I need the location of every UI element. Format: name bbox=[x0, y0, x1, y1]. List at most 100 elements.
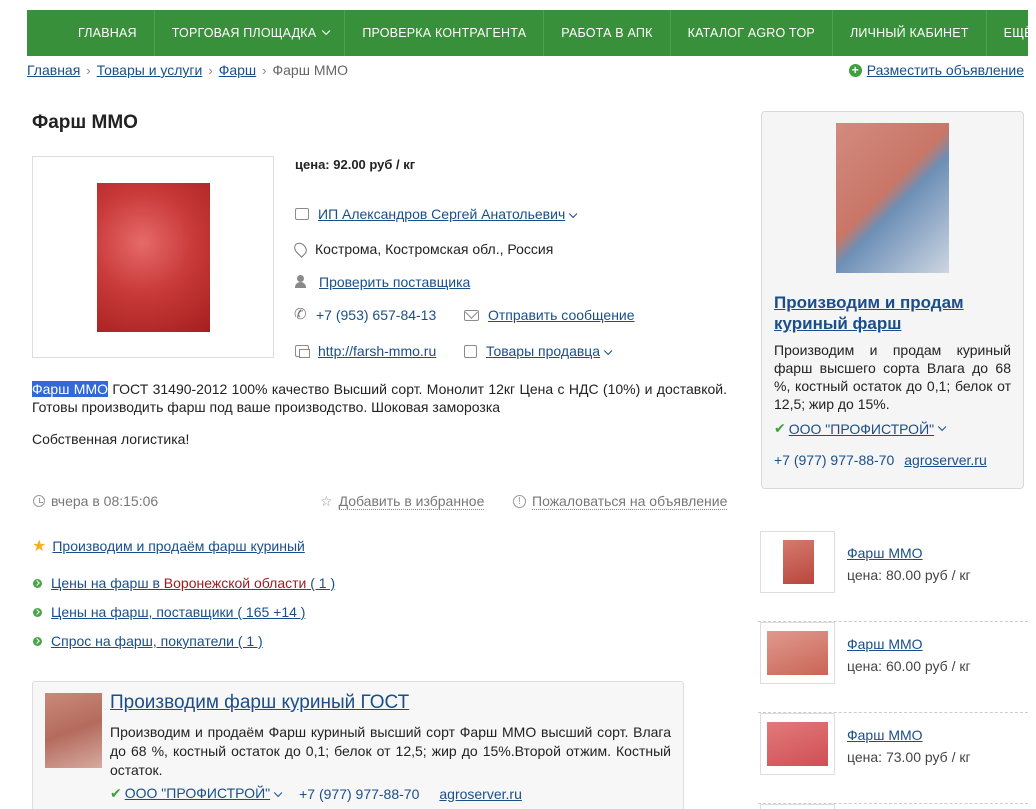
promo-card-footer: ✔ ООО "ПРОФИСТРОЙ" +7 (977) 977-88-70 agr… bbox=[110, 785, 522, 802]
nav-item-counterparty-check[interactable]: ПРОВЕРКА КОНТРАГЕНТА bbox=[345, 10, 545, 56]
price: цена: 92.00 руб / кг bbox=[295, 157, 416, 172]
similar-listing-title[interactable]: Фарш ММО bbox=[847, 636, 923, 652]
nav-item-home[interactable]: ГЛАВНАЯ bbox=[27, 10, 155, 56]
website-icon bbox=[295, 345, 310, 358]
similar-listing-image[interactable] bbox=[760, 713, 835, 775]
description: Фарш ММО ГОСТ 31490-2012 100% качество В… bbox=[32, 380, 727, 416]
similar-listing: Фарш ММО цена: 73.00 руб / кг bbox=[758, 713, 1028, 804]
chevron-down-icon bbox=[569, 209, 578, 219]
seller-goods-link[interactable]: Товары продавца bbox=[486, 343, 613, 359]
similar-listing-image[interactable] bbox=[760, 804, 835, 809]
breadcrumb-home[interactable]: Главная bbox=[27, 62, 80, 78]
logistics-note: Собственная логистика! bbox=[32, 431, 190, 447]
post-ad-link[interactable]: + Разместить объявление bbox=[848, 62, 1024, 78]
related-link[interactable]: Спрос на фарш, покупатели ( 1 ) bbox=[33, 633, 263, 649]
breadcrumb-category[interactable]: Фарш bbox=[219, 62, 256, 78]
promo-card-seller-name: ООО "ПРОФИСТРОЙ" bbox=[124, 785, 271, 801]
website-row: http://farsh-mmo.ru bbox=[295, 343, 436, 359]
promo-card-text: Производим и продам куриный фарш высшего… bbox=[774, 342, 1011, 412]
report-button[interactable]: ! Пожаловаться на объявление bbox=[513, 493, 728, 510]
nav-label: ЕЩЁ bbox=[1003, 26, 1033, 40]
seller-name: ИП Александров Сергей Анатольевич bbox=[318, 206, 566, 222]
nav-label: РАБОТА В АПК bbox=[561, 26, 653, 40]
breadcrumb-goods[interactable]: Товары и услуги bbox=[97, 62, 203, 78]
page-title: Фарш ММО bbox=[32, 112, 138, 133]
description-text: ГОСТ 31490-2012 100% качество Высший сор… bbox=[32, 381, 727, 415]
phone-row: +7 (953) 657-84-13 bbox=[294, 305, 436, 323]
arrow-bullet-icon bbox=[33, 607, 42, 617]
promo-card-seller-name: ООО "ПРОФИСТРОЙ" bbox=[788, 420, 935, 437]
chevron-down-icon bbox=[603, 346, 613, 356]
similar-listing-image[interactable] bbox=[760, 531, 835, 593]
promo-card-title[interactable]: Производим фарш куриный ГОСТ bbox=[110, 692, 409, 714]
phone-number[interactable]: +7 (953) 657-84-13 bbox=[316, 307, 436, 323]
product-photo[interactable] bbox=[32, 156, 274, 358]
promo-card-bottom: Производим фарш куриный ГОСТ Производим … bbox=[32, 681, 684, 809]
nav-label: ПРОВЕРКА КОНТРАГЕНТА bbox=[362, 26, 527, 40]
breadcrumb: Главная › Товары и услуги › Фарш › Фарш … bbox=[27, 62, 348, 78]
nav-item-marketplace[interactable]: ТОРГОВАЯ ПЛОЩАДКА bbox=[155, 10, 346, 56]
breadcrumb-current: Фарш ММО bbox=[272, 62, 349, 78]
related-link-label: Спрос на фарш, покупатели ( 1 ) bbox=[51, 633, 263, 649]
top-nav: ГЛАВНАЯ ТОРГОВАЯ ПЛОЩАДКА ПРОВЕРКА КОНТР… bbox=[27, 10, 1032, 56]
related-link-region: Воронежской области bbox=[163, 575, 307, 591]
posted-time: вчера в 08:15:06 bbox=[33, 493, 158, 509]
star-outline-icon: ☆ bbox=[320, 493, 333, 509]
breadcrumb-separator: › bbox=[86, 62, 91, 78]
promo-card-text: Производим и продаём Фарш куриный высший… bbox=[110, 724, 671, 778]
promo-card-phone[interactable]: +7 (977) 977-88-70 bbox=[774, 452, 894, 468]
phone-icon bbox=[294, 305, 307, 323]
nav-item-catalog[interactable]: КАТАЛОГ AGRO TOP bbox=[671, 10, 833, 56]
related-link[interactable]: Цены на фарш в Воронежской области ( 1 ) bbox=[33, 575, 335, 591]
similar-listing-title[interactable]: Фарш ММО bbox=[847, 727, 923, 743]
related-link-text: Цены на фарш в bbox=[51, 575, 164, 591]
nav-label: КАТАЛОГ AGRO TOP bbox=[687, 26, 815, 40]
similar-listing-price: цена: 73.00 руб / кг bbox=[847, 749, 971, 765]
similar-listing-image[interactable] bbox=[760, 622, 835, 684]
similar-listing bbox=[758, 804, 1028, 809]
promo-card-phone[interactable]: +7 (977) 977-88-70 bbox=[299, 786, 419, 802]
promo-card-image[interactable] bbox=[45, 693, 102, 768]
promo-card-seller[interactable]: ✔ ООО "ПРОФИСТРОЙ" bbox=[110, 785, 283, 802]
similar-listing-price: цена: 60.00 руб / кг bbox=[847, 658, 971, 674]
mail-icon bbox=[464, 309, 479, 321]
nav-item-more[interactable]: ЕЩЁ bbox=[987, 10, 1036, 56]
breadcrumb-separator: › bbox=[208, 62, 213, 78]
clock-icon bbox=[33, 495, 45, 507]
id-card-icon bbox=[295, 208, 309, 220]
send-message-row: Отправить сообщение bbox=[464, 307, 635, 323]
add-favorite-label: Добавить в избранное bbox=[338, 493, 485, 510]
breadcrumb-separator: › bbox=[262, 62, 267, 78]
nav-label: ТОРГОВАЯ ПЛОЩАДКА bbox=[171, 26, 317, 40]
promo-card-site[interactable]: agroserver.ru bbox=[439, 786, 521, 802]
related-link-count: ( 1 ) bbox=[306, 575, 336, 591]
promo-card-title[interactable]: Производим и продам куриный фарш bbox=[774, 292, 1014, 334]
plus-icon: + bbox=[848, 63, 862, 77]
website-link[interactable]: http://farsh-mmo.ru bbox=[318, 343, 436, 359]
promo-card-right: Производим и продам куриный фарш Произво… bbox=[761, 111, 1024, 489]
similar-listing-title[interactable]: Фарш ММО bbox=[847, 545, 923, 561]
arrow-bullet-icon bbox=[33, 578, 42, 588]
promo-card-image[interactable] bbox=[836, 123, 949, 273]
nav-item-jobs[interactable]: РАБОТА В АПК bbox=[544, 10, 671, 56]
add-favorite-button[interactable]: ☆ Добавить в избранное bbox=[320, 493, 485, 510]
check-icon: ✔ bbox=[110, 785, 122, 801]
related-link[interactable]: Цены на фарш, поставщики ( 165 +14 ) bbox=[33, 604, 305, 620]
product-image bbox=[97, 183, 210, 332]
nav-label: ГЛАВНАЯ bbox=[78, 26, 137, 40]
seller-goods-label: Товары продавца bbox=[486, 343, 601, 359]
seller-link[interactable]: ИП Александров Сергей Анатольевич bbox=[318, 206, 578, 222]
chevron-down-icon bbox=[937, 422, 947, 431]
similar-listing: Фарш ММО цена: 60.00 руб / кг bbox=[758, 622, 1028, 713]
promo-card-site[interactable]: agroserver.ru bbox=[904, 452, 986, 468]
nav-item-account[interactable]: ЛИЧНЫЙ КАБИНЕТ bbox=[833, 10, 987, 56]
star-icon: ★ bbox=[32, 538, 47, 555]
promo-card-seller[interactable]: ✔ ООО "ПРОФИСТРОЙ" bbox=[774, 420, 947, 437]
check-supplier-link[interactable]: Проверить поставщика bbox=[319, 274, 470, 290]
send-message-link[interactable]: Отправить сообщение bbox=[488, 307, 635, 323]
seller-row: ИП Александров Сергей Анатольевич bbox=[295, 206, 578, 222]
similar-listing-price: цена: 80.00 руб / кг bbox=[847, 567, 971, 583]
promo-card-footer: +7 (977) 977-88-70 agroserver.ru bbox=[774, 452, 987, 468]
promo-link[interactable]: ★ Производим и продаём фарш куриный bbox=[32, 536, 305, 556]
location-row: Кострома, Костромская обл., Россия bbox=[291, 240, 553, 258]
